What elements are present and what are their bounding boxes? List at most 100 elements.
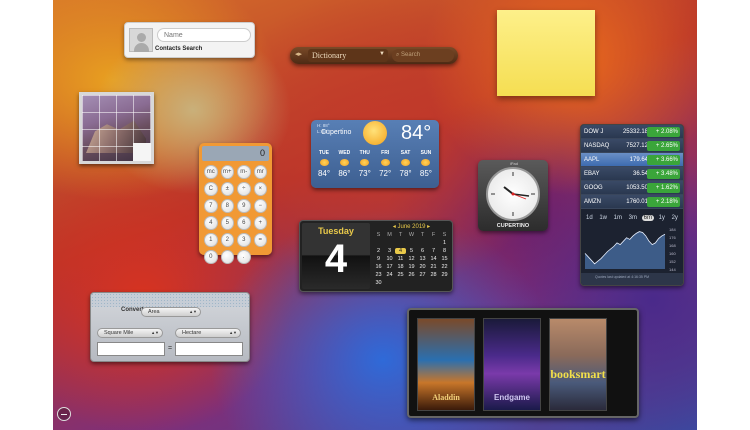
calculator-key[interactable]: 1 bbox=[204, 233, 218, 247]
stock-row[interactable]: DOW J 25332.18 + 2.08% bbox=[581, 125, 683, 139]
chevron-updown-icon: ▲▼ bbox=[189, 309, 197, 314]
stock-row[interactable]: EBAY 36.54 + 3.48% bbox=[581, 167, 683, 181]
range-tab[interactable]: 6m bbox=[641, 215, 654, 221]
clock-city: CUPERTINO bbox=[496, 223, 530, 229]
movies-widget: Aladdin Endgame booksmart bbox=[407, 308, 639, 418]
calculator-key[interactable]: 6 bbox=[237, 216, 251, 230]
calculator-keypad: mc m+ m-mr C ± ÷ × 7 8 9− 4 5 6 +1 2 3 = 0. bbox=[202, 165, 269, 264]
convert-from-select[interactable]: Square Mile ▲▼ bbox=[97, 328, 163, 338]
range-tab[interactable]: 2y bbox=[670, 215, 680, 221]
stock-row[interactable]: GOOG 1053.50 + 1.62% bbox=[581, 181, 683, 195]
calendar-date: 2 bbox=[376, 248, 381, 254]
calendar-month[interactable]: ◂ June 2019 ▸ bbox=[373, 223, 450, 230]
forecast-day: TUE 84° bbox=[317, 150, 331, 178]
movie-poster[interactable]: Aladdin bbox=[417, 318, 475, 411]
calculator-key[interactable]: ± bbox=[220, 182, 234, 196]
calendar-date: 3 bbox=[387, 248, 392, 254]
price-area bbox=[585, 231, 665, 269]
calculator-key[interactable]: mr bbox=[253, 165, 267, 179]
forecast-day: THU 73° bbox=[358, 150, 371, 178]
calculator-key[interactable]: + bbox=[253, 216, 267, 230]
calendar-date: 28 bbox=[430, 272, 437, 278]
calculator-key[interactable] bbox=[220, 250, 234, 264]
sticky-note[interactable] bbox=[497, 10, 595, 96]
calendar-date: 22 bbox=[441, 264, 448, 270]
calculator-key[interactable]: 8 bbox=[220, 199, 234, 213]
calculator-key[interactable]: 2 bbox=[220, 233, 234, 247]
y-tick-label: 152 bbox=[669, 259, 676, 264]
calendar-date: 6 bbox=[420, 248, 425, 254]
calculator-key[interactable]: 4 bbox=[204, 216, 218, 230]
calculator-key[interactable]: 7 bbox=[204, 199, 218, 213]
range-tab[interactable]: 1w bbox=[597, 215, 609, 221]
calendar-weekday-header: S bbox=[376, 232, 381, 238]
dictionary-source-select[interactable]: Dictionary ▼ bbox=[308, 49, 388, 62]
calendar-date: 13 bbox=[419, 256, 426, 262]
range-tab[interactable]: 1d bbox=[584, 215, 595, 221]
contacts-label: Contacts Search bbox=[155, 46, 203, 52]
y-tick-label: 184 bbox=[669, 227, 676, 232]
dashboard: Contacts Search ◂▸ Dictionary▼ ⌕ Search … bbox=[53, 0, 697, 430]
calendar-date: 19 bbox=[408, 264, 415, 270]
calculator-key[interactable]: 5 bbox=[220, 216, 234, 230]
clock-brand: iPad bbox=[510, 161, 519, 166]
calculator-key[interactable]: C bbox=[204, 182, 218, 196]
tile-game-widget[interactable] bbox=[79, 92, 154, 164]
convert-type-select[interactable]: Area ▲▼ bbox=[141, 307, 201, 317]
range-tab[interactable]: 3m bbox=[627, 215, 639, 221]
movie-poster[interactable]: Endgame bbox=[483, 318, 541, 411]
dictionary-widget: ◂▸ Dictionary ▼ ⌕ Search bbox=[290, 47, 458, 64]
calendar-date: 1 bbox=[442, 240, 447, 246]
movie-poster[interactable]: booksmart bbox=[549, 318, 607, 411]
calculator-key[interactable]: − bbox=[253, 199, 267, 213]
stock-row[interactable]: AMZN 1760.01 + 2.18% bbox=[581, 195, 683, 209]
sun-icon bbox=[360, 159, 370, 166]
calculator-key[interactable]: 3 bbox=[237, 233, 251, 247]
calendar-date: 17 bbox=[386, 264, 393, 270]
calendar-widget: Tuesday 4 ◂ June 2019 ▸ SMTWTFS123456789… bbox=[299, 220, 453, 292]
calendar-weekday-header: T bbox=[398, 232, 403, 238]
calendar-date: 5 bbox=[409, 248, 414, 254]
calculator-key[interactable]: . bbox=[237, 250, 251, 264]
contact-avatar-icon bbox=[129, 28, 153, 52]
calendar-date: 11 bbox=[397, 256, 404, 262]
calendar-date: 29 bbox=[441, 272, 448, 278]
dictionary-search-field[interactable]: ⌕ Search bbox=[392, 49, 454, 62]
remove-widgets-button[interactable] bbox=[57, 407, 71, 421]
sun-icon bbox=[380, 159, 390, 166]
calendar-date: 9 bbox=[376, 256, 381, 262]
dictionary-nav-icon[interactable]: ◂▸ bbox=[295, 50, 302, 58]
stock-row[interactable]: AAPL 179.64 + 3.66% bbox=[581, 153, 683, 167]
calendar-date: 25 bbox=[397, 272, 404, 278]
contacts-search-input[interactable] bbox=[157, 28, 251, 42]
calendar-date: 27 bbox=[419, 272, 426, 278]
calculator-key[interactable]: = bbox=[253, 233, 267, 247]
convert-to-select[interactable]: Hectare ▲▼ bbox=[175, 328, 241, 338]
calculator-key[interactable]: 9 bbox=[237, 199, 251, 213]
calculator-key[interactable]: 0 bbox=[204, 250, 218, 264]
range-tab[interactable]: 1y bbox=[657, 215, 667, 221]
convert-from-input[interactable] bbox=[97, 342, 165, 356]
calendar-weekday-header: S bbox=[442, 232, 447, 238]
calendar-date bbox=[406, 240, 417, 246]
calendar-date: 16 bbox=[375, 264, 382, 270]
calculator-display: 0 bbox=[202, 146, 269, 161]
calculator-key[interactable]: m+ bbox=[220, 165, 234, 179]
sun-icon bbox=[319, 159, 329, 166]
chevron-down-icon: ▼ bbox=[379, 51, 385, 57]
weather-widget[interactable]: H: 88° L: 68° Cupertino 84° TUE 84° WED 86° T… bbox=[311, 120, 439, 188]
calculator-key[interactable]: mc bbox=[204, 165, 218, 179]
calculator-key[interactable]: ÷ bbox=[237, 182, 251, 196]
calendar-date: 15 bbox=[441, 256, 448, 262]
sun-icon bbox=[363, 121, 387, 145]
weather-high: H: 88° bbox=[317, 123, 330, 128]
forecast-day: SUN 85° bbox=[419, 150, 432, 178]
calculator-key[interactable]: m- bbox=[237, 165, 251, 179]
calendar-weekday-header: F bbox=[431, 232, 436, 238]
calculator-key[interactable]: × bbox=[253, 182, 267, 196]
convert-to-input[interactable] bbox=[175, 342, 243, 356]
range-tab[interactable]: 1m bbox=[612, 215, 624, 221]
y-tick-label: 160 bbox=[669, 251, 676, 256]
calendar-date: 10 bbox=[386, 256, 393, 262]
stock-row[interactable]: NASDAQ 7527.12 + 2.65% bbox=[581, 139, 683, 153]
